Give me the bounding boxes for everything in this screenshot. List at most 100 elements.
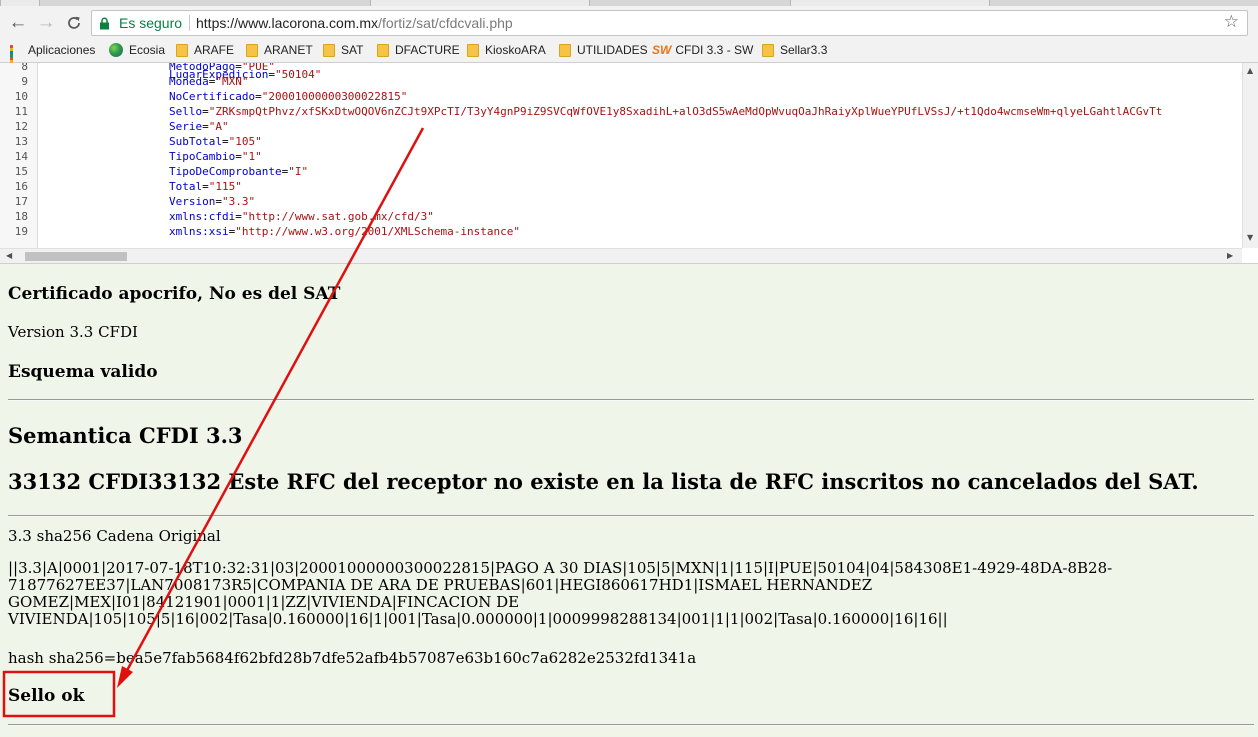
folder-icon bbox=[246, 44, 258, 57]
scroll-right-icon[interactable]: ▶ bbox=[1227, 251, 1233, 260]
code-line: 17 Version="3.3" bbox=[0, 194, 255, 209]
bookmark-arafe[interactable]: ARAFE bbox=[176, 43, 234, 59]
code-line: 9 Moneda="MXN" bbox=[0, 74, 248, 89]
lock-icon bbox=[100, 17, 109, 30]
xml-attribute: MetodoPago bbox=[169, 63, 236, 73]
xml-attribute: NoCertificado bbox=[169, 90, 256, 103]
xml-value: "105" bbox=[228, 135, 262, 148]
sello-status: Sello ok bbox=[8, 686, 85, 706]
bookmark-label: KioskoARA bbox=[485, 43, 546, 57]
folder-icon bbox=[467, 44, 479, 57]
xml-value: "50104" bbox=[274, 68, 322, 81]
cadena-label: 3.3 sha256 Cadena Original bbox=[8, 527, 221, 545]
horizontal-scrollbar[interactable]: ◀ ▶ bbox=[0, 248, 1242, 263]
line-number: 13 bbox=[14, 135, 28, 148]
xml-value: "3.3" bbox=[221, 195, 256, 208]
annotation-arrowhead bbox=[117, 666, 133, 688]
xml-attribute: TipoDeComprobante bbox=[169, 165, 282, 178]
apps-icon bbox=[10, 45, 22, 72]
code-line: 14 TipoCambio="1" bbox=[0, 149, 262, 164]
xml-attribute: Version bbox=[169, 195, 216, 208]
line-number: 14 bbox=[14, 150, 28, 163]
bookmark-label: UTILIDADES bbox=[577, 43, 648, 57]
cadena-original: ||3.3|A|0001|2017-07-18T10:32:31|03|2000… bbox=[8, 559, 1113, 628]
bookmark-label: DFACTURE bbox=[395, 43, 460, 57]
reload-icon bbox=[68, 16, 80, 29]
bookmark-label: ARANET bbox=[264, 43, 313, 57]
xml-value: "20001000000300022815" bbox=[261, 90, 408, 103]
forward-arrow-icon: → bbox=[36, 12, 56, 33]
line-number: 11 bbox=[14, 105, 28, 118]
code-line: 18 xmlns:cfdi="http://www.sat.gob.mx/cfd/… bbox=[0, 209, 434, 224]
divider bbox=[8, 724, 1254, 726]
code-line: 16 Total="115" bbox=[0, 179, 242, 194]
bookmark-ecosia[interactable]: Ecosia bbox=[109, 43, 165, 59]
scroll-left-icon[interactable]: ◀ bbox=[6, 251, 12, 260]
vertical-scrollbar[interactable]: ▲ ▼ bbox=[1242, 63, 1258, 248]
line-number: 18 bbox=[14, 210, 28, 223]
bookmark-sellar[interactable]: Sellar3.3 bbox=[762, 43, 827, 59]
line-number: 12 bbox=[14, 120, 28, 133]
xml-attribute: Total bbox=[169, 180, 203, 193]
globe-icon bbox=[109, 43, 123, 57]
address-bar[interactable]: Es seguro https://www.lacorona.com.mx/fo… bbox=[91, 10, 1248, 36]
folder-icon bbox=[559, 44, 571, 57]
xml-attribute: xmlns:xsi bbox=[169, 225, 229, 238]
folder-icon bbox=[323, 44, 335, 57]
xml-attribute: SubTotal bbox=[169, 135, 222, 148]
browser-toolbar: ← → Es seguro https://www.lacorona.com.m… bbox=[0, 6, 1258, 39]
schema-status: Esquema valido bbox=[8, 362, 158, 382]
url-path: /fortiz/sat/cfdcvali.php bbox=[378, 15, 513, 31]
code-line: 12 Serie="A" bbox=[0, 119, 229, 134]
sw-icon: SW bbox=[652, 43, 672, 57]
scrollbar-thumb[interactable] bbox=[25, 252, 127, 261]
xml-value: "1" bbox=[241, 150, 262, 163]
line-number: 15 bbox=[14, 165, 28, 178]
bookmark-kioskoara[interactable]: KioskoARA bbox=[467, 43, 546, 59]
code-line: 10 NoCertificado="20001000000300022815" bbox=[0, 89, 408, 104]
scroll-up-icon[interactable]: ▲ bbox=[1247, 66, 1253, 75]
url-text[interactable]: https://www.lacorona.com.mx/fortiz/sat/c… bbox=[196, 15, 513, 31]
error-message: 33132 CFDI33132 Este RFC del receptor no… bbox=[8, 469, 1199, 494]
bookmark-label: Sellar3.3 bbox=[780, 43, 828, 57]
line-number: 8 bbox=[21, 63, 28, 73]
xml-value: "115" bbox=[208, 180, 242, 193]
bookmark-label: SAT bbox=[341, 43, 364, 57]
code-lines: LugarExpedicion="50104" 8 MetodoPago="PUE… bbox=[0, 63, 1163, 239]
xml-attribute: xmlns:cfdi bbox=[169, 210, 236, 223]
xml-code-editor[interactable]: LugarExpedicion="50104" 8 MetodoPago="PUE… bbox=[0, 63, 1258, 264]
folder-icon bbox=[377, 44, 389, 57]
url-host: https://www.lacorona.com.mx bbox=[196, 15, 379, 31]
line-number: 10 bbox=[14, 90, 28, 103]
xml-value: "A" bbox=[208, 120, 229, 133]
xml-value: "I" bbox=[288, 165, 309, 178]
certificate-status: Certificado apocrifo, No es del SAT bbox=[8, 284, 341, 304]
back-button[interactable]: ← bbox=[6, 11, 30, 35]
line-number: 19 bbox=[14, 225, 28, 238]
bookmark-sat[interactable]: SAT bbox=[323, 43, 363, 59]
bookmark-dfacture[interactable]: DFACTURE bbox=[377, 43, 460, 59]
code-line: 8 MetodoPago="PUE" bbox=[0, 63, 275, 74]
forward-button[interactable]: → bbox=[34, 11, 58, 35]
bookmark-cfdi-sw[interactable]: SW CFDI 3.3 - SW bbox=[652, 43, 753, 59]
bookmark-aranet[interactable]: ARANET bbox=[246, 43, 313, 59]
version-text: Version 3.3 CFDI bbox=[8, 323, 138, 341]
reload-button[interactable] bbox=[62, 11, 86, 35]
xml-value: "PUE" bbox=[241, 63, 275, 73]
back-arrow-icon: ← bbox=[8, 12, 28, 33]
line-number: 16 bbox=[14, 180, 28, 193]
scroll-down-icon[interactable]: ▼ bbox=[1247, 233, 1253, 242]
code-line: 11 Sello="ZRKsmpQtPhvz/xfSKxDtwOQOV6nZCJt… bbox=[0, 104, 1163, 119]
bookmark-utilidades[interactable]: UTILIDADES bbox=[559, 43, 648, 59]
xml-value: "ZRKsmpQtPhvz/xfSKxDtwOQOV6nZCJt9XPcTI/T… bbox=[208, 105, 1163, 118]
address-separator bbox=[189, 15, 190, 31]
code-line: 15 TipoDeComprobante="I" bbox=[0, 164, 308, 179]
xml-attribute: Sello bbox=[169, 105, 203, 118]
bookmark-apps[interactable]: Aplicaciones bbox=[10, 43, 96, 72]
bookmark-star-icon[interactable]: ☆ bbox=[1224, 12, 1239, 32]
bookmark-label: Aplicaciones bbox=[28, 43, 96, 57]
bookmark-label: CFDI 3.3 - SW bbox=[675, 43, 754, 57]
hash-text: hash sha256=bea5e7fab5684f62bfd28b7dfe52… bbox=[8, 649, 697, 667]
divider bbox=[8, 399, 1254, 401]
xml-attribute: TipoCambio bbox=[169, 150, 236, 163]
